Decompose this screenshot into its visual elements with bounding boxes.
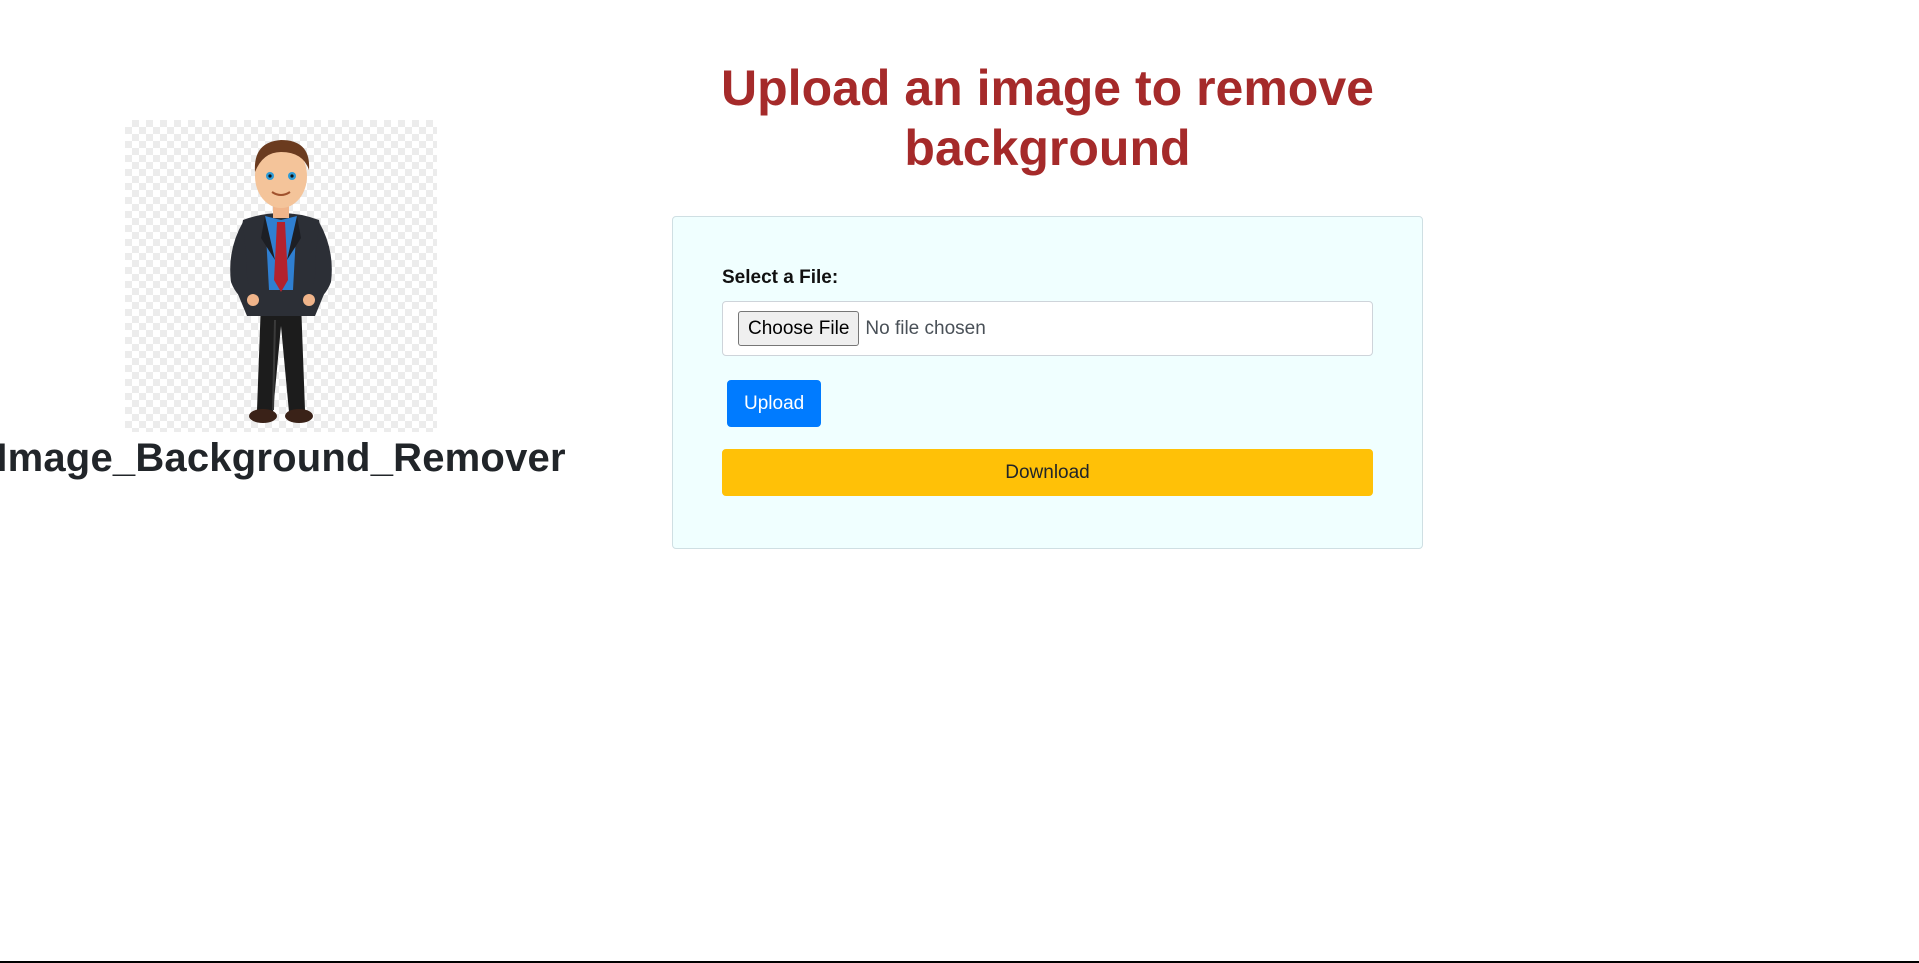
download-button[interactable]: Download xyxy=(722,449,1373,496)
upload-form-card: Select a File: Choose File No file chose… xyxy=(672,216,1423,549)
upload-button[interactable]: Upload xyxy=(727,380,822,427)
choose-file-button[interactable]: Choose File xyxy=(738,311,860,346)
file-input[interactable]: Choose File No file chosen xyxy=(722,301,1373,356)
file-label: Select a File: xyxy=(722,267,839,288)
businessman-illustration xyxy=(230,140,332,423)
brand-panel: Image_Background_Remover xyxy=(0,120,566,481)
businessman-cartoon-icon xyxy=(125,120,437,432)
main-panel: Upload an image to remove background Sel… xyxy=(672,58,1423,549)
page-heading: Upload an image to remove background xyxy=(721,60,1374,176)
file-status-text: No file chosen xyxy=(865,317,986,339)
page: Image_Background_Remover Upload an image… xyxy=(0,0,1919,963)
app-title: Image_Background_Remover xyxy=(0,436,566,480)
